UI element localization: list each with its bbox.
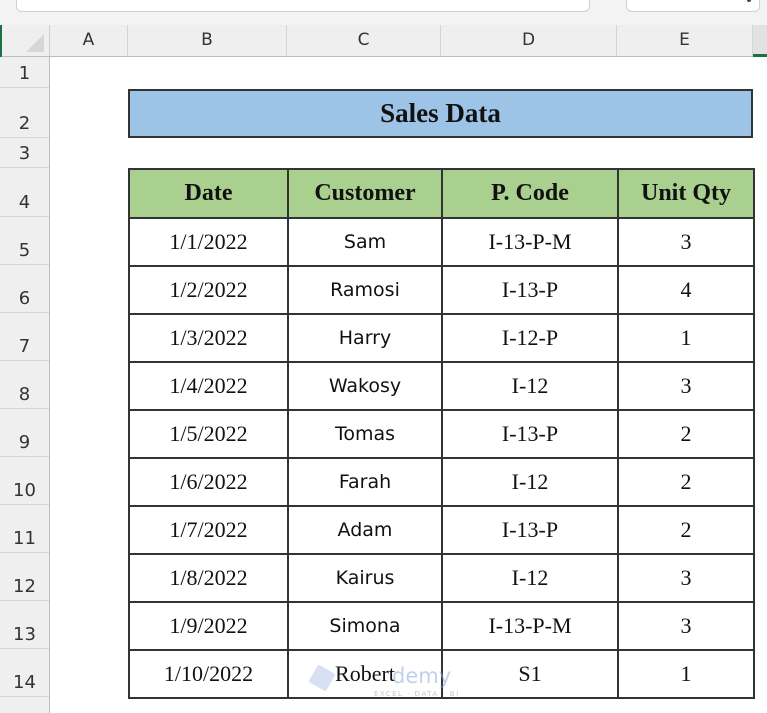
customer-cell[interactable]: Sam [287,217,443,267]
customer-cell[interactable]: Simona [287,601,443,651]
product-code-cell[interactable]: I-13-P-M [441,601,619,651]
date-cell[interactable]: 1/7/2022 [128,505,289,555]
row-header-10[interactable]: 10 [0,457,49,505]
table-row: 1/2/2022 Ramosi I-13-P 4 [128,265,755,315]
product-code-cell[interactable]: I-13-P [441,265,619,315]
unit-qty-cell[interactable]: 1 [617,649,755,699]
header-product-code[interactable]: P. Code [441,168,619,219]
column-header-a[interactable]: A [50,25,128,56]
unit-qty-cell[interactable]: 3 [617,553,755,603]
unit-qty-cell[interactable]: 4 [617,265,755,315]
column-header-f-partial[interactable] [753,25,767,57]
date-cell[interactable]: 1/3/2022 [128,313,289,363]
row-header-6[interactable]: 6 [0,265,49,313]
customer-cell[interactable]: Tomas [287,409,443,459]
customer-cell[interactable]: Kairus [287,553,443,603]
row-header-2[interactable]: 2 [0,88,49,138]
column-header-e[interactable]: E [617,25,753,56]
product-code-cell[interactable]: I-12 [441,361,619,411]
product-code-cell[interactable]: I-12 [441,457,619,507]
product-code-cell[interactable]: I-12-P [441,313,619,363]
unit-qty-cell[interactable]: 3 [617,601,755,651]
table-row: 1/6/2022 Farah I-12 2 [128,457,755,507]
unit-qty-cell[interactable]: 1 [617,313,755,363]
select-all-button[interactable] [0,25,50,56]
table-row: 1/4/2022 Wakosy I-12 3 [128,361,755,411]
product-code-cell[interactable]: I-13-P [441,409,619,459]
date-cell[interactable]: 1/10/2022 [128,649,289,699]
customer-cell[interactable]: Ramosi [287,265,443,315]
unit-qty-cell[interactable]: 2 [617,457,755,507]
row-header-5[interactable]: 5 [0,217,49,265]
column-header-b[interactable]: B [128,25,287,56]
search-box[interactable] [626,0,760,12]
customer-cell[interactable]: Adam [287,505,443,555]
column-header-d[interactable]: D [441,25,617,56]
customer-cell[interactable]: Harry [287,313,443,363]
row-header-13[interactable]: 13 [0,601,49,649]
date-cell[interactable]: 1/1/2022 [128,217,289,267]
date-cell[interactable]: 1/5/2022 [128,409,289,459]
product-code-cell[interactable]: I-13-P-M [441,217,619,267]
sales-data-table: Date Customer P. Code Unit Qty 1/1/2022 … [128,168,755,699]
formula-bar-area [0,0,767,25]
row-header-11[interactable]: 11 [0,505,49,553]
product-code-cell[interactable]: I-13-P [441,505,619,555]
header-date[interactable]: Date [128,168,289,219]
header-unit-qty[interactable]: Unit Qty [617,168,755,219]
customer-cell[interactable]: Wakosy [287,361,443,411]
unit-qty-cell[interactable]: 2 [617,409,755,459]
table-row: 1/3/2022 Harry I-12-P 1 [128,313,755,363]
formula-bar-input[interactable] [16,0,590,12]
date-cell[interactable]: 1/6/2022 [128,457,289,507]
product-code-cell[interactable]: S1 [441,649,619,699]
table-row: 1/10/2022 Robert S1 1 [128,649,755,699]
date-cell[interactable]: 1/4/2022 [128,361,289,411]
customer-cell[interactable]: Robert [287,649,443,699]
row-header-14[interactable]: 14 [0,649,49,697]
date-cell[interactable]: 1/2/2022 [128,265,289,315]
product-code-cell[interactable]: I-12 [441,553,619,603]
row-header-9[interactable]: 9 [0,409,49,457]
unit-qty-cell[interactable]: 3 [617,361,755,411]
row-header-8[interactable]: 8 [0,361,49,409]
table-row: 1/1/2022 Sam I-13-P-M 3 [128,217,755,267]
header-customer[interactable]: Customer [287,168,443,219]
date-cell[interactable]: 1/9/2022 [128,601,289,651]
table-row: 1/8/2022 Kairus I-12 3 [128,553,755,603]
date-cell[interactable]: 1/8/2022 [128,553,289,603]
row-header-1[interactable]: 1 [0,57,49,88]
table-header-row: Date Customer P. Code Unit Qty [128,168,755,219]
select-all-icon [26,34,44,52]
customer-cell[interactable]: Farah [287,457,443,507]
row-header-4[interactable]: 4 [0,168,49,217]
row-header-12[interactable]: 12 [0,553,49,601]
sales-data-title-cell[interactable]: Sales Data [128,89,753,138]
unit-qty-cell[interactable]: 2 [617,505,755,555]
row-header-bar: 1 2 3 4 5 6 7 8 9 10 11 12 13 14 [0,57,50,713]
row-header-3[interactable]: 3 [0,138,49,168]
column-header-bar: A B C D E [0,25,767,57]
dropdown-icon [747,0,751,2]
unit-qty-cell[interactable]: 3 [617,217,755,267]
table-row: 1/7/2022 Adam I-13-P 2 [128,505,755,555]
table-row: 1/9/2022 Simona I-13-P-M 3 [128,601,755,651]
row-header-7[interactable]: 7 [0,313,49,361]
table-row: 1/5/2022 Tomas I-13-P 2 [128,409,755,459]
column-header-c[interactable]: C [287,25,441,56]
